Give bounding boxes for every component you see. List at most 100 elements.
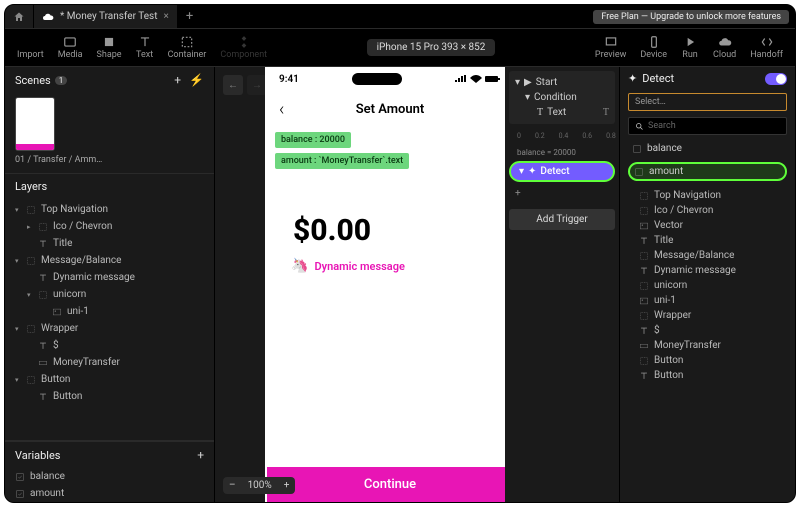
home-icon bbox=[13, 11, 25, 23]
prop-var-amount[interactable]: amount bbox=[628, 162, 787, 181]
prop-var-balance[interactable]: balance bbox=[628, 141, 787, 156]
notch bbox=[352, 73, 402, 85]
layers-header: Layers bbox=[5, 173, 214, 199]
scene-label: 01 / Transfer / Amm… bbox=[5, 155, 214, 173]
toolbar: Import Media Shape Text Container Compon… bbox=[5, 29, 795, 67]
layer-row[interactable]: Vector bbox=[620, 218, 795, 233]
device-button[interactable]: Device bbox=[634, 35, 673, 60]
layer-row[interactable]: uni-1 bbox=[5, 303, 214, 320]
add-tab-button[interactable]: + bbox=[178, 9, 201, 24]
variables-header: Variables + bbox=[5, 441, 214, 468]
layer-row[interactable]: Title bbox=[5, 235, 214, 252]
sparkle-icon: ✦ bbox=[528, 166, 536, 177]
home-tab[interactable] bbox=[5, 5, 34, 28]
run-button[interactable]: Run bbox=[675, 35, 705, 60]
preview-button[interactable]: Preview bbox=[589, 35, 632, 60]
scenes-count: 1 bbox=[55, 76, 68, 85]
right-panel: ▾▶Start ▾Condition TTextT 00.20.40.60.8 … bbox=[505, 67, 795, 502]
top-navigation: ‹ Set Amount bbox=[265, 91, 505, 128]
left-panel: Scenes 1 + ⚡ 01 / Transfer / Amm… Layers… bbox=[5, 67, 215, 502]
shape-button[interactable]: Shape bbox=[91, 35, 128, 60]
layer-row[interactable]: unicorn bbox=[620, 278, 795, 293]
canvas-forward-button[interactable]: → bbox=[247, 75, 267, 95]
layer-row[interactable]: MoneyTransfer bbox=[620, 338, 795, 353]
scenes-header: Scenes 1 + ⚡ bbox=[5, 67, 214, 93]
zoom-out-button[interactable]: – bbox=[223, 477, 242, 494]
layer-row[interactable]: Top Navigation bbox=[620, 188, 795, 203]
layer-row[interactable]: Dynamic message bbox=[620, 263, 795, 278]
add-variable-button[interactable]: + bbox=[197, 448, 204, 462]
layer-row[interactable]: ▾Wrapper bbox=[5, 320, 214, 337]
layer-row[interactable]: Button bbox=[5, 388, 214, 405]
layer-row[interactable]: Dynamic message bbox=[5, 269, 214, 286]
start-node[interactable]: ▾▶Start bbox=[513, 75, 611, 90]
status-bar: 9:41 bbox=[265, 67, 505, 91]
handoff-button[interactable]: Handoff bbox=[744, 35, 789, 60]
screen-title: Set Amount bbox=[265, 102, 505, 117]
text-action[interactable]: TTextT bbox=[513, 105, 611, 120]
add-trigger-button[interactable]: Add Trigger bbox=[509, 209, 615, 230]
layer-row[interactable]: ▸Ico / Chevron bbox=[5, 218, 214, 235]
layer-row[interactable]: $ bbox=[620, 323, 795, 338]
layer-row[interactable]: MoneyTransfer bbox=[5, 354, 214, 371]
canvas[interactable]: ← → 9:41 ‹ Set Amount bbox=[215, 67, 505, 502]
zoom-control[interactable]: – 100% + bbox=[223, 477, 295, 494]
layer-row[interactable]: Button bbox=[620, 353, 795, 368]
media-button[interactable]: Media bbox=[52, 35, 89, 60]
file-tab[interactable]: * Money Transfer Test × bbox=[34, 5, 178, 28]
upgrade-banner[interactable]: Free Plan — Upgrade to unlock more featu… bbox=[593, 10, 789, 24]
container-button[interactable]: Container bbox=[162, 35, 213, 60]
layer-row[interactable]: $ bbox=[5, 337, 214, 354]
cloud-icon bbox=[42, 11, 54, 23]
component-button[interactable]: Component bbox=[214, 35, 273, 60]
balance-annotation: balance = 20000 bbox=[509, 148, 615, 157]
zoom-value: 100% bbox=[242, 477, 278, 494]
select-dropdown[interactable]: Select… bbox=[628, 93, 787, 111]
chip-balance[interactable]: balance : 20000 bbox=[275, 132, 351, 148]
variable-amount[interactable]: amount bbox=[5, 485, 214, 502]
zoom-in-button[interactable]: + bbox=[278, 477, 296, 494]
layer-row[interactable]: ▾unicorn bbox=[5, 286, 214, 303]
layer-row[interactable]: Ico / Chevron bbox=[620, 203, 795, 218]
detect-layer-tree: Top NavigationIco / ChevronVectorTitleMe… bbox=[620, 184, 795, 387]
layer-row[interactable]: Message/Balance bbox=[620, 248, 795, 263]
layer-row[interactable]: Title bbox=[620, 233, 795, 248]
add-scene-button[interactable]: + bbox=[174, 73, 181, 87]
scene-thumbnail[interactable] bbox=[15, 97, 55, 151]
variable-balance[interactable]: balance bbox=[5, 468, 214, 485]
layers-tree: ▾Top Navigation▸Ico / ChevronTitle▾Messa… bbox=[5, 199, 214, 407]
interaction-panel: ▾▶Start ▾Condition TTextT 00.20.40.60.8 … bbox=[505, 67, 620, 502]
layer-row[interactable]: ▾Top Navigation bbox=[5, 201, 214, 218]
phone-preview: 9:41 ‹ Set Amount balance : 20000 amount… bbox=[265, 67, 505, 502]
layer-row[interactable]: uni-1 bbox=[620, 293, 795, 308]
dynamic-message: Dynamic message bbox=[314, 260, 404, 273]
layer-row[interactable]: ▾Message/Balance bbox=[5, 252, 214, 269]
detect-node[interactable]: ▾✦Detect bbox=[509, 161, 615, 182]
scenes-flash-icon[interactable]: ⚡ bbox=[189, 73, 204, 87]
continue-button[interactable]: Continue bbox=[267, 467, 505, 502]
titlebar: * Money Transfer Test × + Free Plan — Up… bbox=[5, 5, 795, 29]
import-button[interactable]: Import bbox=[11, 35, 50, 60]
detect-toggle[interactable] bbox=[765, 73, 787, 85]
status-icons bbox=[455, 75, 501, 83]
layer-row[interactable]: Button bbox=[620, 368, 795, 383]
amount-display: $0.00 bbox=[293, 213, 487, 248]
cloud-button[interactable]: Cloud bbox=[707, 35, 742, 60]
tab-title: * Money Transfer Test bbox=[60, 11, 157, 22]
timeline-ruler: 00.20.40.60.8 bbox=[509, 128, 615, 144]
device-selector[interactable]: iPhone 15 Pro 393 × 852 bbox=[367, 39, 496, 56]
sparkle-icon: ✦ bbox=[628, 72, 637, 85]
layer-row[interactable]: ▾Button bbox=[5, 371, 214, 388]
search-icon bbox=[635, 122, 644, 131]
unicorn-icon: 🦄 bbox=[291, 258, 308, 274]
search-input[interactable]: Search bbox=[628, 117, 787, 135]
text-button[interactable]: Text bbox=[130, 35, 160, 60]
add-action-button[interactable]: + bbox=[509, 186, 615, 201]
canvas-back-button[interactable]: ← bbox=[223, 75, 243, 95]
properties-panel: ✦ Detect Select… Search balance amount T… bbox=[620, 67, 795, 502]
close-icon[interactable]: × bbox=[163, 11, 168, 22]
condition-node[interactable]: ▾Condition bbox=[513, 90, 611, 105]
chip-amount[interactable]: amount : `MoneyTransfer`.text bbox=[275, 153, 409, 169]
detect-header: ✦ Detect bbox=[620, 67, 795, 90]
layer-row[interactable]: Wrapper bbox=[620, 308, 795, 323]
